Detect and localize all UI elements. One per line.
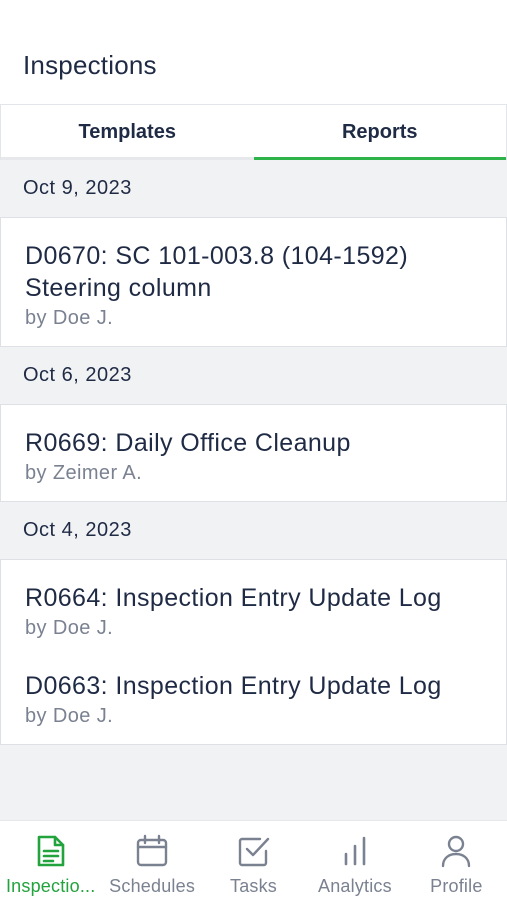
- nav-profile[interactable]: Profile: [406, 821, 507, 900]
- report-title: D0670: SC 101-003.8 (104-1592) Steering …: [25, 242, 409, 302]
- app-header: Inspections: [0, 0, 507, 104]
- report-group-card: R0664: Inspection Entry Update Log by Do…: [0, 559, 507, 745]
- tab-reports[interactable]: Reports: [253, 105, 507, 160]
- report-title: D0663: Inspection Entry Update Log: [25, 672, 442, 700]
- list-item[interactable]: D0663: Inspection Entry Update Log by Do…: [1, 656, 506, 744]
- report-author: by Doe J.: [25, 617, 114, 639]
- bar-chart-icon: [338, 833, 372, 869]
- tab-label: Reports: [341, 121, 418, 143]
- report-author: by Doe J.: [25, 705, 114, 727]
- list-item[interactable]: R0664: Inspection Entry Update Log by Do…: [1, 560, 506, 656]
- reports-list[interactable]: Oct 9, 2023 D0670: SC 101-003.8 (104-159…: [0, 160, 507, 820]
- nav-label: Analytics: [318, 876, 392, 896]
- report-group-card: R0669: Daily Office Cleanup by Zeimer A.: [0, 404, 507, 502]
- nav-label: Profile: [430, 876, 483, 896]
- report-author: by Zeimer A.: [25, 462, 143, 484]
- list-item[interactable]: D0670: SC 101-003.8 (104-1592) Steering …: [1, 218, 506, 346]
- nav-label: Tasks: [230, 876, 278, 896]
- checkbox-icon: [237, 833, 271, 869]
- nav-label: Schedules: [109, 876, 196, 896]
- report-group-card: D0670: SC 101-003.8 (104-1592) Steering …: [0, 217, 507, 347]
- report-author: by Doe J.: [25, 307, 114, 329]
- page-title: Inspections: [23, 50, 157, 80]
- bottom-navigation: Inspectio... Schedules Tasks Analytics P…: [0, 820, 507, 900]
- nav-tasks[interactable]: Tasks: [203, 821, 304, 900]
- document-icon: [34, 833, 68, 869]
- tab-templates[interactable]: Templates: [0, 105, 254, 160]
- calendar-icon: [135, 833, 169, 869]
- date-group-header: Oct 9, 2023: [0, 160, 507, 217]
- nav-schedules[interactable]: Schedules: [101, 821, 202, 900]
- list-item[interactable]: R0669: Daily Office Cleanup by Zeimer A.: [1, 405, 506, 501]
- date-group-header: Oct 6, 2023: [0, 347, 507, 404]
- person-icon: [439, 833, 473, 869]
- tab-label: Templates: [78, 121, 176, 143]
- report-title: R0669: Daily Office Cleanup: [25, 429, 351, 457]
- report-title: R0664: Inspection Entry Update Log: [25, 584, 442, 612]
- nav-analytics[interactable]: Analytics: [304, 821, 405, 900]
- tab-bar: Templates Reports: [0, 104, 507, 160]
- nav-label: Inspectio...: [5, 876, 96, 896]
- date-group-header: Oct 4, 2023: [0, 502, 507, 559]
- nav-inspections[interactable]: Inspectio...: [0, 821, 101, 900]
